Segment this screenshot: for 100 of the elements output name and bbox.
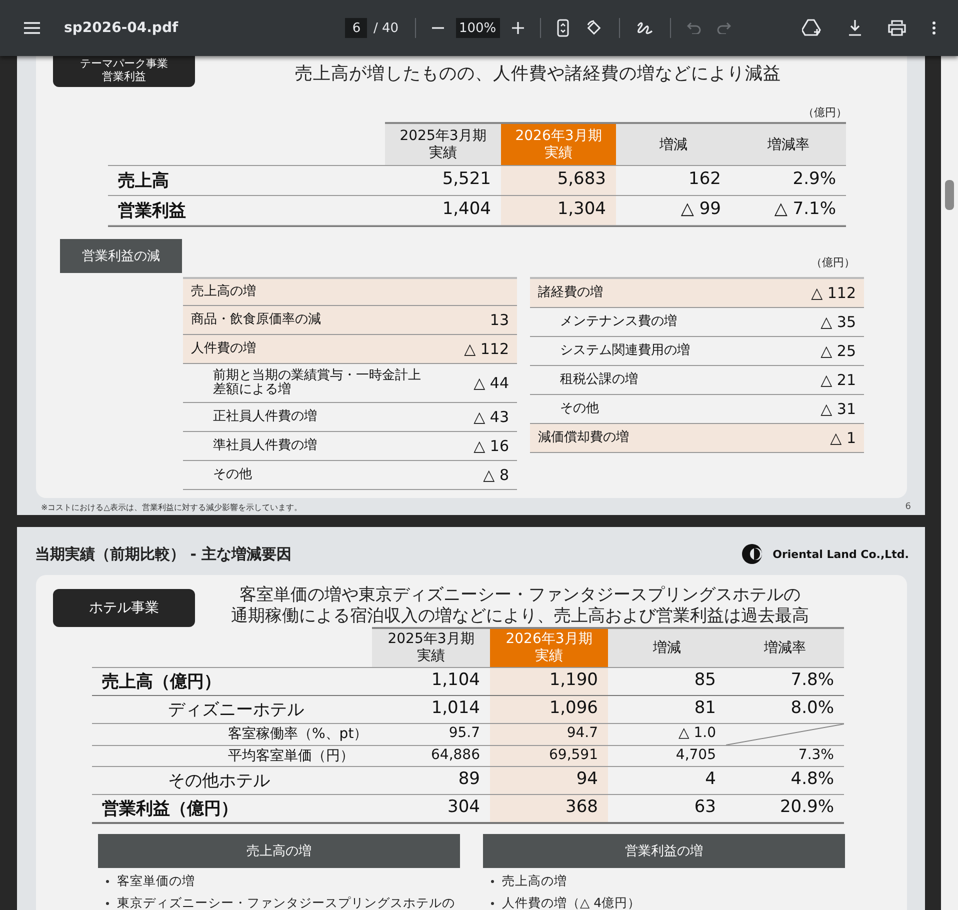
item-label: 諸経費の増 [538, 286, 603, 300]
row-label: 客室稼働率（%、pt） [228, 726, 368, 742]
column-header: 2026年3月期 実績 [490, 627, 608, 668]
item-value: △ 21 [820, 371, 856, 389]
print-icon[interactable] [888, 20, 906, 36]
table-cell: △ 1.0 [608, 724, 726, 746]
table-cell: 162 [616, 166, 731, 196]
footnote: ※コストにおける△表示は、営業利益に対する減少影響を示しています。 [41, 502, 302, 513]
table-cell: 4 [608, 767, 726, 795]
more-icon[interactable] [932, 21, 936, 35]
table-cell: 4.8% [726, 767, 844, 795]
box-title: 売上高の増 [98, 834, 460, 868]
row-label: 営業利益（億円） [102, 799, 238, 819]
bullet-icon [106, 902, 109, 905]
item-value: △ 16 [474, 437, 509, 455]
table-cell: 81 [608, 696, 726, 724]
column-header: 増減率 [731, 122, 846, 166]
segment-label: ホテル事業 [53, 589, 195, 627]
zoom-in-icon[interactable] [512, 22, 524, 34]
table-cell: 20.9% [726, 795, 844, 823]
item-label: その他 [560, 402, 599, 416]
page-number-field[interactable]: 6 [345, 18, 368, 38]
bullet-icon [106, 880, 109, 883]
column-header: 2025年3月期 実績 [372, 627, 490, 668]
bullet-text: 客室単価の増 [117, 873, 195, 890]
table-cell: 94.7 [490, 724, 608, 746]
bullet-icon [491, 902, 494, 905]
table-cell: 7.3% [726, 746, 844, 767]
slide-title: 当期実績（前期比較） - 主な増減要因 [35, 544, 292, 564]
table-cell: 7.8% [726, 668, 844, 696]
table-cell: 1,190 [490, 668, 608, 696]
item-value: 13 [490, 311, 509, 329]
table-cell: 69,591 [490, 746, 608, 767]
row-label: 営業利益 [108, 196, 385, 226]
row-label: 売上高 [108, 166, 385, 196]
row-label: 平均客室単価（円） [228, 748, 354, 764]
item-value: △ 1 [830, 429, 856, 447]
file-name: sp2026-04.pdf [64, 20, 178, 36]
table-cell: △ 7.1% [731, 196, 846, 226]
table-cell: 4,705 [608, 746, 726, 767]
bullet-text: 東京ディズニーシー・ファンタジースプリングスホテルの [117, 895, 455, 910]
section-label: 営業利益の減 [60, 239, 182, 273]
page-total: / 40 [373, 20, 399, 36]
bullet-text: 人件費の増（△ 4億円） [502, 895, 641, 910]
item-label: 準社員人件費の増 [213, 439, 317, 453]
item-label: システム関連費用の増 [560, 344, 690, 358]
row-label: 売上高（億円） [102, 672, 221, 692]
table-cell: 1,304 [501, 196, 616, 226]
item-value: △ 8 [483, 466, 509, 484]
item-value: △ 112 [811, 284, 856, 302]
column-header: 2025年3月期 実績 [385, 122, 501, 166]
item-value: △ 44 [474, 374, 509, 392]
row-label: その他ホテル [168, 771, 270, 791]
table-cell: 368 [490, 795, 608, 823]
rotate-icon[interactable] [584, 19, 603, 37]
zoom-field[interactable]: 100% [456, 18, 500, 38]
bullet-text: 売上高の増 [502, 873, 567, 890]
download-icon[interactable] [848, 20, 862, 36]
slide-headline: 売上高が増したものの、人件費や諸経費の増などにより減益 [295, 63, 781, 86]
fit-page-icon[interactable] [556, 19, 569, 37]
bullet-icon [491, 880, 494, 883]
unit-label: （億円） [802, 105, 848, 121]
slide-headline: 通期稼働による宿泊収入の増などにより、売上高および営業利益は過去最高 [231, 606, 809, 627]
item-label: 売上高の増 [191, 285, 256, 299]
table-cell: 2.9% [731, 166, 846, 196]
item-value: △ 31 [820, 400, 856, 418]
column-header: 増減 [616, 122, 731, 166]
table-cell: 1,096 [490, 696, 608, 724]
drive-add-icon[interactable] [802, 19, 822, 37]
column-header: 増減率 [726, 627, 844, 668]
item-label: その他 [213, 468, 252, 482]
item-value: △ 35 [820, 313, 856, 331]
item-label: 減価償却費の増 [538, 431, 629, 445]
slide-headline: 客室単価の増や東京ディズニーシー・ファンタジースプリングスホテルの [240, 585, 800, 606]
scrollbar-thumb[interactable] [945, 180, 954, 210]
item-value: △ 112 [464, 340, 509, 358]
item-label: メンテナンス費の増 [560, 315, 677, 329]
company-name: Oriental Land Co.,Ltd. [772, 548, 909, 560]
table-cell: 5,683 [501, 166, 616, 196]
draw-icon[interactable] [636, 20, 654, 36]
menu-icon[interactable] [24, 22, 40, 34]
table-cell: 8.0% [726, 696, 844, 724]
item-label: 前期と当期の業績賞与・一時金計上 差額による増 [213, 369, 421, 397]
page-number: 6 [905, 502, 911, 513]
table-cell: 85 [608, 668, 726, 696]
item-label: 租税公課の増 [560, 373, 638, 387]
column-header: 増減 [608, 627, 726, 668]
row-label: ディズニーホテル [168, 700, 304, 720]
item-label: 人件費の増 [191, 342, 256, 356]
table-cell: 94 [490, 767, 608, 795]
table-cell: △ 99 [616, 196, 731, 226]
item-value: △ 25 [820, 342, 856, 360]
item-label: 商品・飲食原価率の減 [191, 313, 321, 327]
item-label: 正社員人件費の増 [213, 410, 317, 424]
table-cell: 63 [608, 795, 726, 823]
box-title: 営業利益の増 [483, 834, 845, 868]
segment-label: テーマパーク事業 営業利益 [53, 56, 195, 87]
item-value: △ 43 [474, 408, 509, 426]
column-header: 2026年3月期 実績 [501, 122, 616, 166]
unit-label: （億円） [811, 255, 855, 271]
